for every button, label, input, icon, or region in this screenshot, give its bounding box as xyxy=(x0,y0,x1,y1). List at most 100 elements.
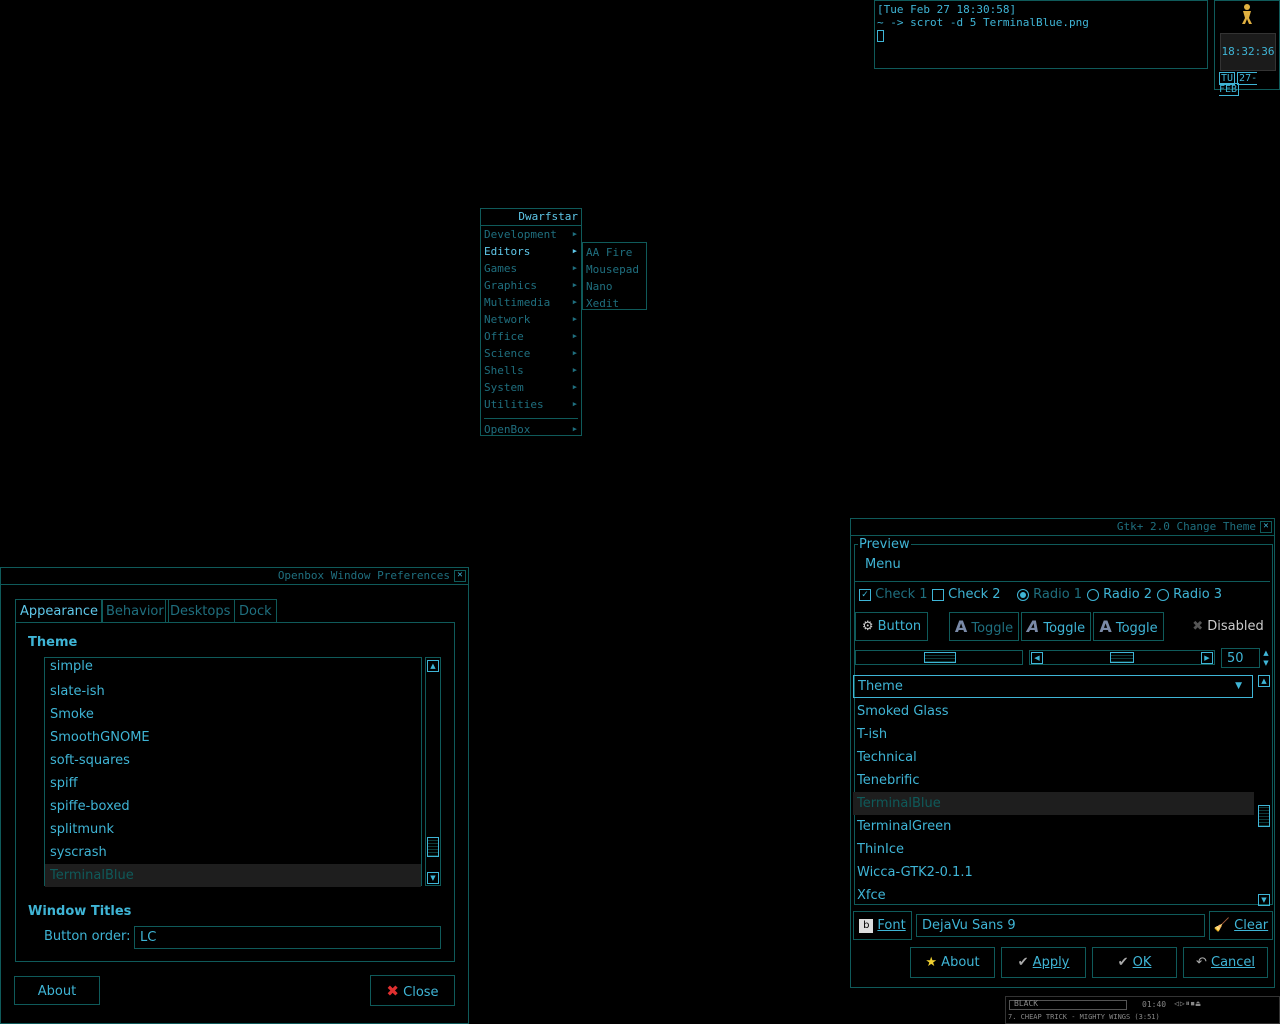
menu-item-label: Multimedia xyxy=(484,296,551,309)
tab-appearance[interactable]: Appearance xyxy=(15,599,104,623)
submenu-item-mousepad[interactable]: Mousepad xyxy=(583,261,646,278)
close-icon[interactable]: ✕ xyxy=(1260,521,1272,533)
media-player[interactable]: BLACK 01:40 ◁▷⏸⏹⏏ 7. CHEAP TRICK - MIGHT… xyxy=(1005,996,1280,1024)
arrow-right-icon: ▶ xyxy=(572,400,577,408)
window-titlebar[interactable]: Gtk+ 2.0 Change Theme ✕ xyxy=(851,519,1274,536)
about-button[interactable]: About xyxy=(14,976,100,1005)
arrow-up-icon[interactable]: ▲ xyxy=(1261,648,1271,658)
preview-button[interactable]: ⚙ Button xyxy=(855,612,928,641)
list-item-selected[interactable]: TerminalBlue xyxy=(853,792,1254,815)
arrow-down-icon[interactable]: ▼ xyxy=(1258,894,1270,906)
toggle-button-active[interactable]: A Toggle xyxy=(1021,612,1091,641)
menu-item-editors[interactable]: Editors ▶ xyxy=(481,243,581,260)
radio-2[interactable]: Radio 2 xyxy=(1087,587,1152,602)
menu-item-network[interactable]: Network ▶ xyxy=(481,311,581,328)
horizontal-scrollbar[interactable]: ◀ ▶ xyxy=(1029,650,1215,665)
check-2[interactable]: Check 2 xyxy=(932,587,1001,602)
apply-button[interactable]: ✔ Apply xyxy=(1001,947,1086,978)
menu-item-development[interactable]: Development ▶ xyxy=(481,226,581,243)
clear-button[interactable]: 🧹 Clear xyxy=(1209,911,1273,940)
broom-icon: 🧹 xyxy=(1213,918,1231,933)
menu-item-shells[interactable]: Shells ▶ xyxy=(481,362,581,379)
list-item[interactable]: syscrash xyxy=(45,841,421,864)
arrow-up-icon[interactable]: ▲ xyxy=(1258,675,1270,687)
font-input[interactable]: DejaVu Sans 9 xyxy=(916,914,1205,937)
tab-dock[interactable]: Dock xyxy=(234,599,277,623)
submenu-item-xedit[interactable]: Xedit xyxy=(583,295,646,312)
list-item[interactable]: splitmunk xyxy=(45,818,421,841)
toggle-button-disabled[interactable]: A Toggle xyxy=(949,612,1019,641)
arrow-down-icon[interactable]: ▼ xyxy=(1261,658,1271,668)
cancel-button[interactable]: ↶ Cancel xyxy=(1183,947,1268,978)
theme-list[interactable]: simple slate-ish Smoke SmoothGNOME soft-… xyxy=(44,657,422,887)
close-button-label: Close xyxy=(403,985,439,1000)
close-icon[interactable]: ✕ xyxy=(454,570,466,582)
player-seek-bar[interactable]: BLACK xyxy=(1009,999,1127,1010)
arrow-right-icon[interactable]: ▶ xyxy=(1201,652,1213,664)
menu-item-utilities[interactable]: Utilities ▶ xyxy=(481,396,581,413)
terminal-line-2: ~ -> scrot -d 5 TerminalBlue.png xyxy=(877,16,1089,29)
button-order-input[interactable]: LC xyxy=(134,926,441,949)
arrow-down-icon[interactable]: ▼ xyxy=(427,872,439,884)
check-1[interactable]: ✓ Check 1 xyxy=(859,587,928,602)
list-item[interactable]: Tenebrific xyxy=(853,769,1254,792)
ok-button[interactable]: ✔ OK xyxy=(1092,947,1177,978)
list-item-selected[interactable]: TerminalBlue xyxy=(45,864,421,887)
list-item[interactable]: T-ish xyxy=(853,723,1254,746)
player-controls[interactable]: ◁▷⏸⏹⏏ xyxy=(1174,999,1201,1009)
tab-desktops[interactable]: Desktops xyxy=(165,599,236,623)
dock-clock-applet[interactable]: 18:32:36 TU 27-FEB xyxy=(1214,0,1280,96)
radio-1[interactable]: Radio 1 xyxy=(1017,587,1082,602)
menu-item-label: Shells xyxy=(484,364,524,377)
list-item[interactable]: Wicca-GTK2-0.1.1 xyxy=(853,861,1254,884)
about-button[interactable]: ★ About xyxy=(910,947,995,978)
font-button[interactable]: b Font xyxy=(853,911,912,940)
list-item[interactable]: TerminalGreen xyxy=(853,815,1254,838)
menu-item-openbox[interactable]: OpenBox ▶ xyxy=(481,421,581,438)
spin-arrows[interactable]: ▲ ▼ xyxy=(1261,648,1271,668)
radio-3[interactable]: Radio 3 xyxy=(1157,587,1222,602)
arrow-right-icon: ▶ xyxy=(572,425,577,433)
scrollbar-thumb[interactable] xyxy=(427,837,439,857)
gtk-theme-list[interactable]: Smoked Glass T-ish Technical Tenebrific … xyxy=(853,700,1254,907)
theme-list-scrollbar[interactable]: ▲ ▼ xyxy=(425,657,441,886)
arrow-up-icon[interactable]: ▲ xyxy=(427,660,439,672)
list-item[interactable]: Xfce xyxy=(853,884,1254,907)
list-item[interactable]: simple xyxy=(45,658,421,680)
scale-thumb[interactable] xyxy=(924,652,956,663)
toggle-button[interactable]: A Toggle xyxy=(1093,612,1164,641)
tab-behavior[interactable]: Behavior xyxy=(101,599,169,623)
close-button[interactable]: ✖ Close xyxy=(370,975,455,1006)
terminal-window[interactable]: [Tue Feb 27 18:30:58] ~ -> scrot -d 5 Te… xyxy=(874,0,1208,69)
window-titlebar[interactable]: Openbox Window Preferences ✕ xyxy=(1,568,468,585)
list-item[interactable]: Technical xyxy=(853,746,1254,769)
list-item[interactable]: spiff xyxy=(45,772,421,795)
list-item[interactable]: Smoke xyxy=(45,703,421,726)
horizontal-scale[interactable] xyxy=(855,650,1023,665)
scrollbar-thumb[interactable] xyxy=(1110,652,1134,663)
list-item[interactable]: spiffe-boxed xyxy=(45,795,421,818)
menu-item-system[interactable]: System ▶ xyxy=(481,379,581,396)
preview-menu[interactable]: Menu xyxy=(865,557,901,572)
spin-input[interactable]: 50 xyxy=(1221,648,1260,668)
list-item[interactable]: Smoked Glass xyxy=(853,700,1254,723)
menu-item-graphics[interactable]: Graphics ▶ xyxy=(481,277,581,294)
submenu-item-nano[interactable]: Nano xyxy=(583,278,646,295)
preview-button-label: Button xyxy=(877,619,922,634)
list-item[interactable]: ThinIce xyxy=(853,838,1254,861)
terminal-prompt[interactable] xyxy=(877,29,1205,42)
gtk-theme-list-scrollbar[interactable]: ▲ ▼ xyxy=(1257,675,1271,907)
list-item[interactable]: soft-squares xyxy=(45,749,421,772)
scrollbar-thumb[interactable] xyxy=(1258,805,1270,827)
menu-item-multimedia[interactable]: Multimedia ▶ xyxy=(481,294,581,311)
menu-item-science[interactable]: Science ▶ xyxy=(481,345,581,362)
editors-submenu[interactable]: AA Fire Mousepad Nano Xedit xyxy=(582,242,647,310)
root-menu[interactable]: Dwarfstar Development ▶ Editors ▶ Games ▶ G… xyxy=(480,208,582,436)
arrow-left-icon[interactable]: ◀ xyxy=(1031,652,1043,664)
menu-item-office[interactable]: Office ▶ xyxy=(481,328,581,345)
menu-item-games[interactable]: Games ▶ xyxy=(481,260,581,277)
submenu-item-aa-fire[interactable]: AA Fire xyxy=(583,244,646,261)
theme-combo[interactable]: Theme ▼ xyxy=(853,675,1253,698)
list-item[interactable]: slate-ish xyxy=(45,680,421,703)
list-item[interactable]: SmoothGNOME xyxy=(45,726,421,749)
